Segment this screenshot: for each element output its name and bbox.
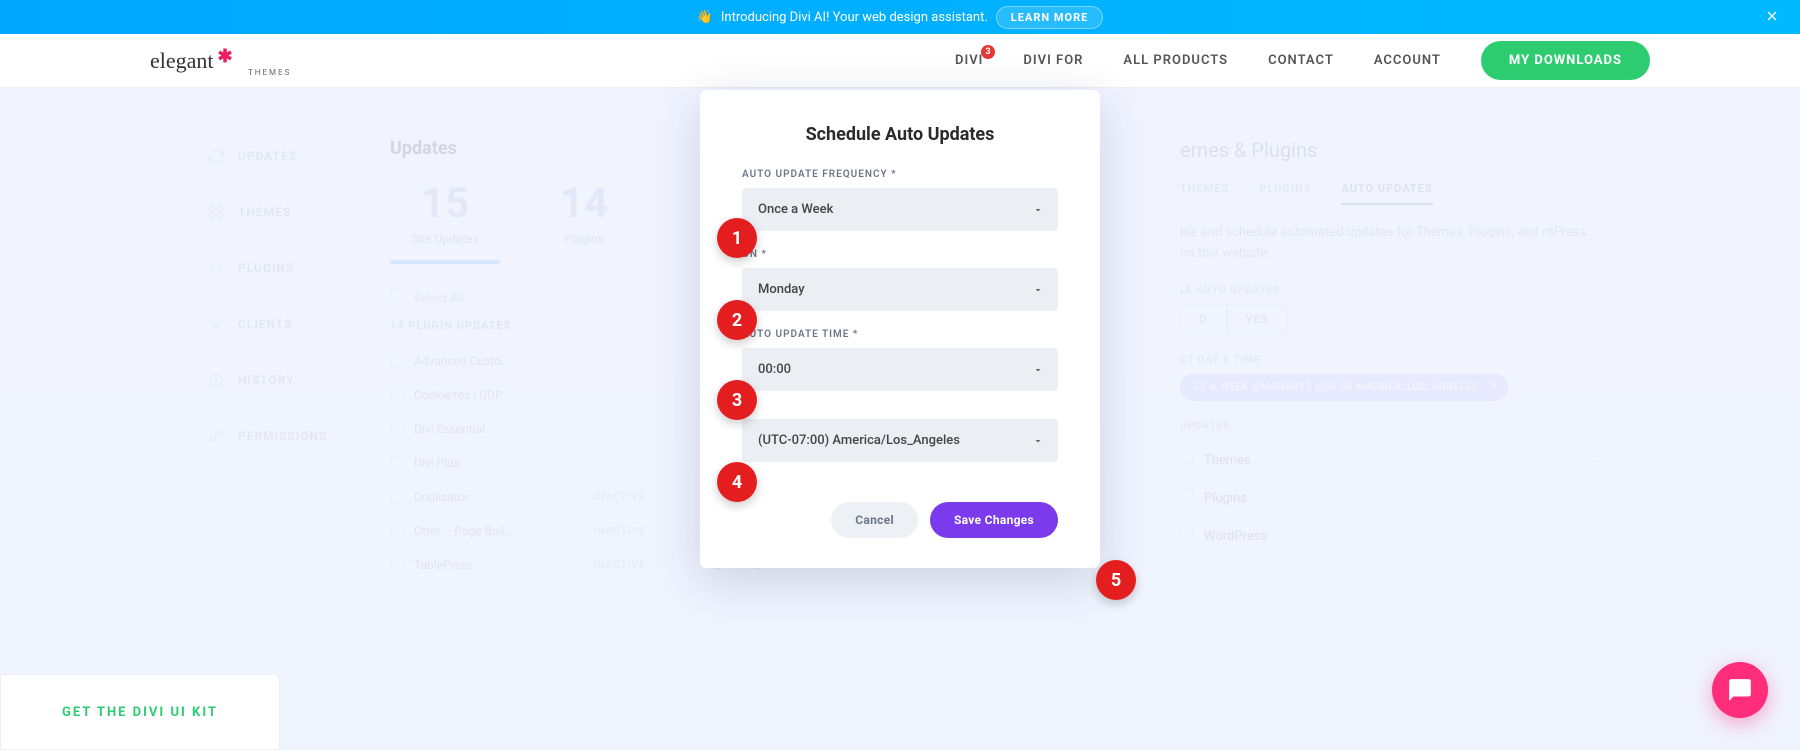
brand-logo[interactable]: elegant ✱ THEMES (150, 48, 233, 74)
promo-banner: 👋 Introducing Divi AI! Your web design a… (0, 0, 1800, 34)
nav-divi[interactable]: DIVI3 (955, 53, 983, 68)
brand-flourish-icon: ✱ (218, 46, 233, 67)
chat-icon (1727, 677, 1753, 703)
annotation-4: 4 (717, 462, 757, 502)
ui-kit-promo[interactable]: GET THE DIVI UI KIT (0, 674, 280, 750)
my-downloads-button[interactable]: MY DOWNLOADS (1481, 41, 1650, 80)
banner-close-icon[interactable] (1764, 8, 1780, 28)
annotation-5: 5 (1096, 560, 1136, 600)
save-changes-button[interactable]: Save Changes (930, 502, 1058, 538)
modal-title: Schedule Auto Updates (742, 124, 1058, 145)
banner-text: Introducing Divi AI! Your web design ass… (721, 10, 988, 25)
timezone-select[interactable]: (UTC-07:00) America/Los_Angeles (742, 419, 1058, 462)
nav-divi-for[interactable]: DIVI FOR (1023, 53, 1083, 68)
frequency-label: AUTO UPDATE FREQUENCY * (742, 169, 1058, 180)
on-label: ON * (742, 249, 1058, 260)
nav-links: DIVI3 DIVI FOR ALL PRODUCTS CONTACT ACCO… (955, 41, 1650, 80)
time-select[interactable]: 00:00 (742, 348, 1058, 391)
on-select[interactable]: Monday (742, 268, 1058, 311)
schedule-modal: Schedule Auto Updates AUTO UPDATE FREQUE… (700, 90, 1100, 568)
annotation-2: 2 (717, 300, 757, 340)
wave-emoji: 👋 (697, 10, 713, 25)
nav-account[interactable]: ACCOUNT (1374, 53, 1441, 68)
brand-name: elegant (150, 48, 214, 73)
nav-divi-badge: 3 (981, 45, 995, 59)
cancel-button[interactable]: Cancel (831, 502, 918, 538)
chat-bubble[interactable] (1712, 662, 1768, 718)
top-nav: elegant ✱ THEMES DIVI3 DIVI FOR ALL PROD… (0, 34, 1800, 88)
time-label: AUTO UPDATE TIME * (742, 329, 1058, 340)
brand-subtitle: THEMES (248, 68, 291, 77)
nav-all-products[interactable]: ALL PRODUCTS (1123, 53, 1228, 68)
annotation-3: 3 (717, 380, 757, 420)
nav-divi-label: DIVI (955, 53, 983, 68)
frequency-select[interactable]: Once a Week (742, 188, 1058, 231)
nav-contact[interactable]: CONTACT (1268, 53, 1334, 68)
annotation-1: 1 (717, 218, 757, 258)
learn-more-button[interactable]: LEARN MORE (996, 6, 1104, 29)
